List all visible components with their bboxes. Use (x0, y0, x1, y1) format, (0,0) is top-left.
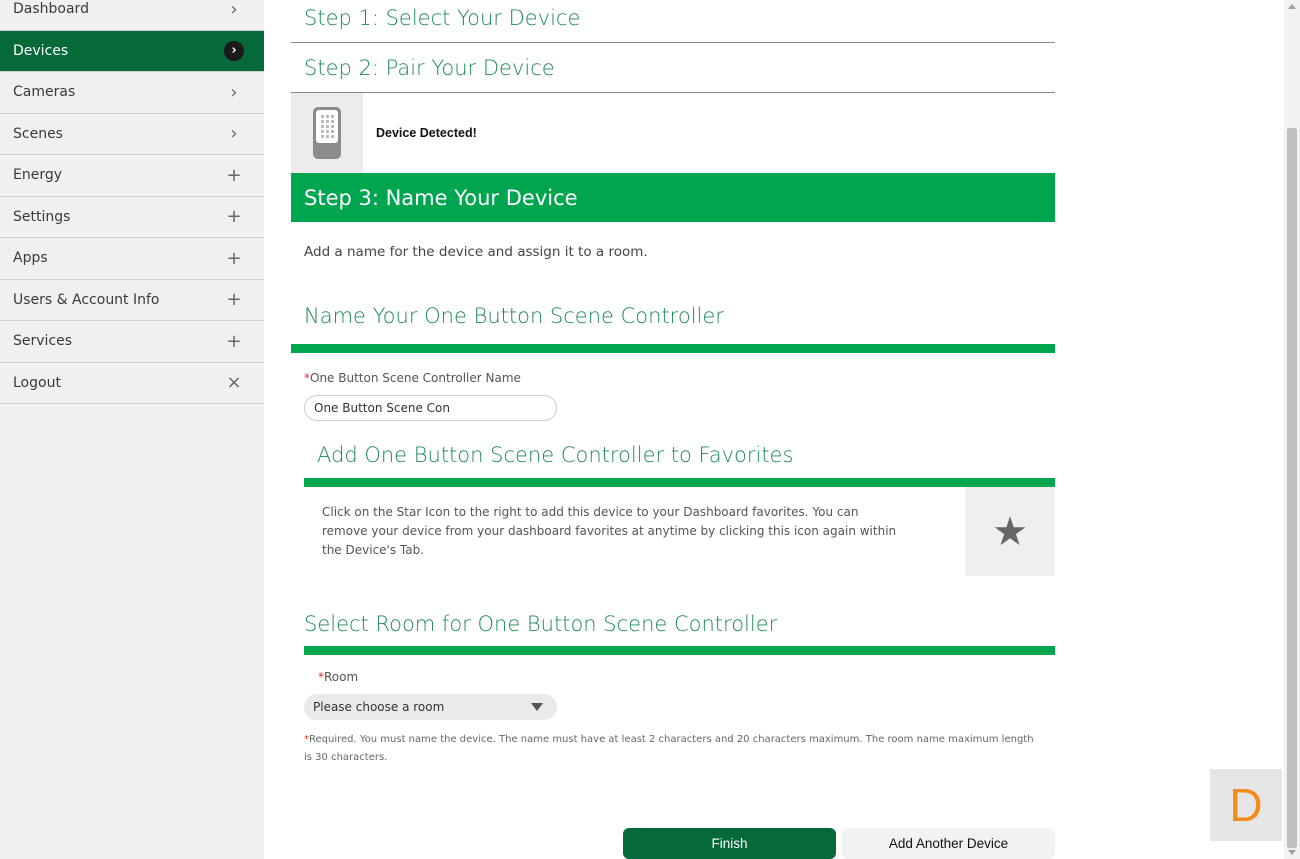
section-divider (304, 646, 1055, 655)
section-divider (304, 478, 1055, 487)
sidebar-item-dashboard[interactable]: Dashboard › (0, 0, 264, 31)
favorite-star-button[interactable]: ★ (965, 487, 1055, 576)
chevron-right-icon: › (230, 0, 238, 20)
scroll-up-arrow-icon[interactable] (1288, 4, 1296, 9)
step-3-intro: Add a name for the device and assign it … (304, 244, 648, 260)
name-section-title: Name Your One Button Scene Controller (304, 304, 724, 328)
step-2-header[interactable]: Step 2: Pair Your Device (291, 43, 1055, 93)
action-buttons: Finish Add Another Device (332, 828, 1055, 859)
room-field-label-text: Room (324, 670, 359, 684)
widget-logo-letter: D (1229, 779, 1263, 831)
plus-icon: + (226, 164, 242, 186)
required-note: *Required. You must name the device. The… (291, 731, 1042, 767)
chevron-right-icon: › (230, 123, 238, 145)
favorites-section: Add One Button Scene Controller to Favor… (304, 443, 1055, 576)
sidebar-item-label: Logout (13, 374, 61, 391)
sidebar-item-label: Services (13, 333, 73, 350)
add-another-device-button[interactable]: Add Another Device (842, 828, 1055, 859)
sidebar-item-users-account-info[interactable]: Users & Account Info + (0, 279, 264, 321)
plus-icon: + (226, 206, 242, 228)
favorites-description: Click on the Star Icon to the right to a… (322, 505, 897, 557)
main-content: Step 1: Select Your Device Step 2: Pair … (291, 0, 1055, 767)
section-divider (291, 344, 1055, 353)
sidebar-item-devices[interactable]: Devices › (0, 30, 264, 72)
sidebar-item-label: Dashboard (13, 1, 89, 18)
required-note-text: Required. You must name the device. The … (304, 734, 1034, 763)
sidebar-item-label: Settings (13, 208, 71, 225)
close-icon: × (226, 372, 242, 394)
sidebar-item-label: Apps (13, 250, 48, 267)
room-select-value: Please choose a room (313, 700, 445, 714)
star-icon: ★ (992, 508, 1028, 555)
chevron-right-icon: › (224, 40, 244, 61)
name-field-label-text: One Button Scene Controller Name (310, 371, 521, 385)
dropdown-caret-icon (531, 703, 543, 711)
name-field-label: *One Button Scene Controller Name (291, 371, 1055, 385)
finish-button[interactable]: Finish (623, 828, 836, 859)
remote-control-icon (313, 107, 341, 159)
favorites-section-title: Add One Button Scene Controller to Favor… (317, 443, 794, 467)
room-section-title: Select Room for One Button Scene Control… (304, 612, 778, 636)
room-select[interactable]: Please choose a room (304, 694, 557, 720)
plus-icon: + (226, 330, 242, 352)
sidebar-item-label: Scenes (13, 125, 63, 142)
plus-icon: + (226, 247, 242, 269)
device-detected-row: Device Detected! (291, 93, 1055, 173)
sidebar-item-label: Users & Account Info (13, 291, 160, 308)
sidebar-item-apps[interactable]: Apps + (0, 238, 264, 280)
device-detected-text: Device Detected! (376, 126, 477, 140)
sidebar-item-services[interactable]: Services + (0, 321, 264, 363)
sidebar-item-energy[interactable]: Energy + (0, 155, 264, 197)
plus-icon: + (226, 289, 242, 311)
sidebar-item-scenes[interactable]: Scenes › (0, 113, 264, 155)
sidebar-item-label: Cameras (13, 84, 76, 101)
sidebar-item-cameras[interactable]: Cameras › (0, 72, 264, 114)
device-image (291, 93, 363, 173)
step-1-header[interactable]: Step 1: Select Your Device (291, 0, 1055, 43)
vertical-scrollbar[interactable] (1284, 0, 1300, 859)
help-widget-button[interactable]: D (1210, 769, 1282, 841)
room-field-label: *Room (291, 670, 1055, 684)
scrollbar-thumb[interactable] (1287, 128, 1297, 848)
chevron-right-icon: › (230, 81, 238, 103)
sidebar-item-label: Devices (13, 42, 69, 59)
sidebar-nav: Dashboard › Devices › Cameras › Scenes ›… (0, 0, 264, 859)
sidebar-item-settings[interactable]: Settings + (0, 196, 264, 238)
step-3-header: Step 3: Name Your Device (291, 173, 1055, 222)
device-name-input[interactable] (304, 395, 557, 421)
sidebar-item-label: Energy (13, 167, 63, 184)
scroll-down-arrow-icon[interactable] (1288, 850, 1296, 855)
sidebar-item-logout[interactable]: Logout × (0, 362, 264, 404)
